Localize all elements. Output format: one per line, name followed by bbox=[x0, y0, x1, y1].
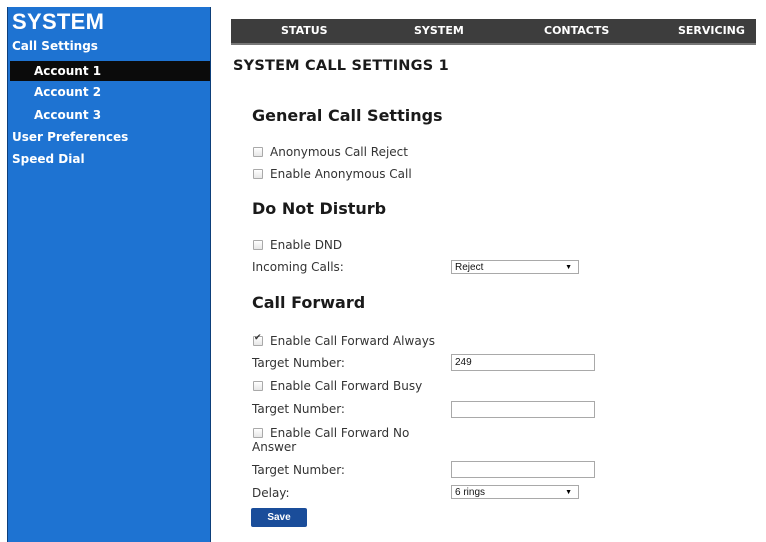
anonymous-call-reject-checkbox[interactable] bbox=[253, 147, 263, 157]
dropdown-arrow-icon: ▼ bbox=[565, 489, 572, 496]
page-title: SYSTEM CALL SETTINGS 1 bbox=[233, 58, 449, 74]
sidebar-item-user-preferences[interactable]: User Preferences bbox=[12, 130, 128, 144]
save-button[interactable]: Save bbox=[251, 508, 307, 527]
enable-call-forward-busy-checkbox[interactable] bbox=[253, 381, 263, 391]
enable-call-forward-no-answer-label-cont: Answer bbox=[252, 440, 297, 454]
enable-call-forward-always-checkbox[interactable] bbox=[253, 333, 263, 346]
target-number-no-answer-input[interactable] bbox=[451, 461, 595, 478]
enable-anonymous-call-checkbox[interactable] bbox=[253, 169, 263, 179]
general-call-settings-heading: General Call Settings bbox=[252, 106, 443, 125]
top-nav: STATUS SYSTEM CONTACTS SERVICING bbox=[231, 19, 756, 45]
anonymous-call-reject-label: Anonymous Call Reject bbox=[270, 145, 408, 159]
sidebar-subitem-account-1[interactable]: Account 1 bbox=[10, 61, 210, 81]
sidebar-item-call-settings[interactable]: Call Settings bbox=[12, 39, 98, 53]
nav-system[interactable]: SYSTEM bbox=[414, 19, 464, 43]
incoming-calls-value: Reject bbox=[455, 262, 484, 273]
delay-value: 6 rings bbox=[455, 487, 486, 498]
target-number-busy-input[interactable] bbox=[451, 401, 595, 418]
target-number-always-label: Target Number: bbox=[252, 356, 345, 370]
call-forward-heading: Call Forward bbox=[252, 293, 366, 312]
enable-call-forward-no-answer-label: Enable Call Forward No bbox=[270, 426, 410, 440]
enable-call-forward-always-label: Enable Call Forward Always bbox=[270, 334, 436, 348]
enable-call-forward-busy-label: Enable Call Forward Busy bbox=[270, 379, 423, 393]
sidebar: SYSTEM Call Settings Account 1 Account 2… bbox=[7, 7, 211, 542]
incoming-calls-select[interactable]: Reject ▼ bbox=[451, 260, 579, 274]
enable-dnd-label: Enable DND bbox=[270, 238, 343, 252]
sidebar-subitem-account-3[interactable]: Account 3 bbox=[10, 105, 210, 125]
enable-anonymous-call-label: Enable Anonymous Call bbox=[270, 167, 412, 181]
delay-label: Delay: bbox=[252, 486, 290, 500]
enable-dnd-checkbox[interactable] bbox=[253, 240, 263, 250]
delay-select[interactable]: 6 rings ▼ bbox=[451, 485, 579, 499]
nav-status[interactable]: STATUS bbox=[281, 19, 328, 43]
enable-call-forward-no-answer-checkbox[interactable] bbox=[253, 428, 263, 438]
dropdown-arrow-icon: ▼ bbox=[565, 264, 572, 271]
target-number-always-input[interactable]: 249 bbox=[451, 354, 595, 371]
target-number-no-answer-label: Target Number: bbox=[252, 463, 345, 477]
nav-servicing[interactable]: SERVICING bbox=[678, 19, 745, 43]
sidebar-subitem-account-2[interactable]: Account 2 bbox=[10, 82, 210, 102]
target-number-busy-label: Target Number: bbox=[252, 402, 345, 416]
sidebar-title: SYSTEM bbox=[12, 9, 105, 34]
sidebar-item-speed-dial[interactable]: Speed Dial bbox=[12, 152, 85, 166]
nav-contacts[interactable]: CONTACTS bbox=[544, 19, 609, 43]
incoming-calls-label: Incoming Calls: bbox=[252, 260, 344, 274]
do-not-disturb-heading: Do Not Disturb bbox=[252, 199, 387, 218]
